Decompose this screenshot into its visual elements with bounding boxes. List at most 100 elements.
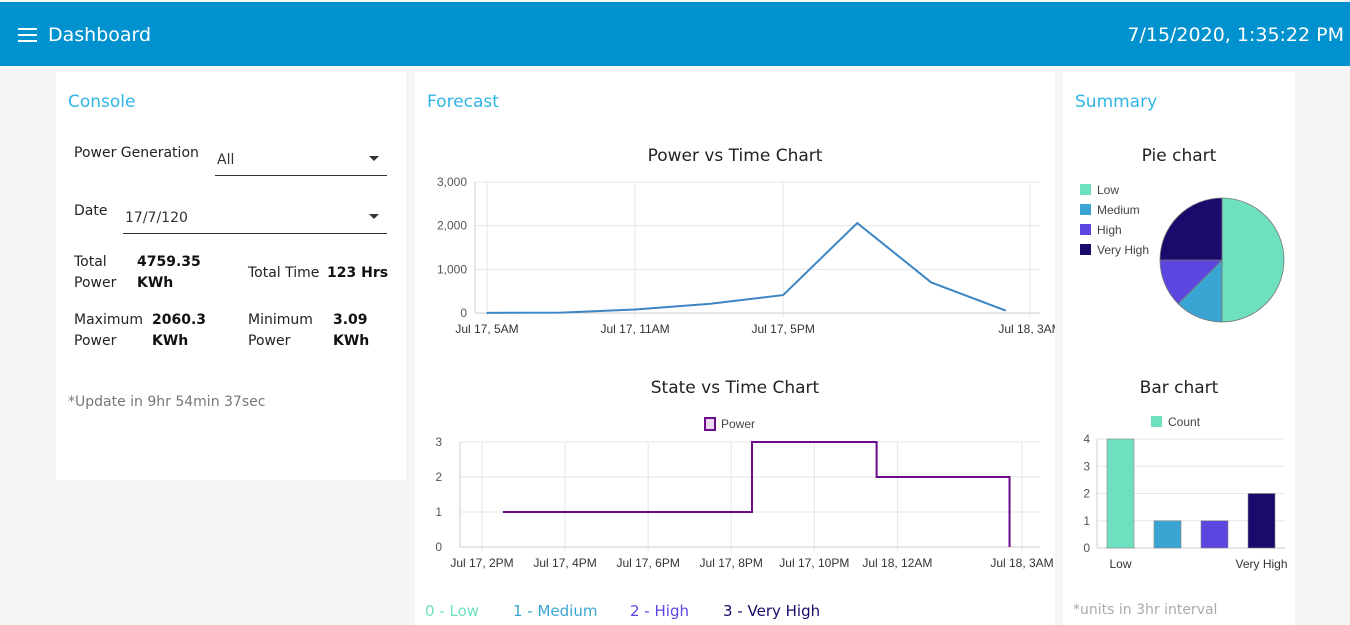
pie-legend-swatch (1080, 224, 1091, 235)
x-tick-label: Jul 17, 5AM (455, 322, 518, 336)
bar-medium (1153, 520, 1182, 549)
power-data-point (486, 312, 488, 314)
bar-chart: Count 4 3 2 1 0 Low Very High (1083, 415, 1287, 571)
x-tick-label: Very High (1235, 557, 1287, 571)
pie-chart: Low Medium High Very High (1080, 183, 1285, 323)
top-app-bar: Dashboard 7/15/2020, 1:35:22 PM (0, 2, 1350, 66)
maximum-power-unit: KWh (152, 333, 189, 349)
pie-chart-title: Pie chart (1141, 146, 1217, 166)
y-tick-label: 1 (435, 505, 442, 519)
y-tick-label: 2 (435, 470, 442, 484)
legend-swatch-power (704, 417, 716, 431)
power-data-point (1004, 309, 1007, 312)
minimum-power-label-2: Power (248, 333, 291, 349)
power-data-point (782, 294, 784, 296)
legend-label-power: Power (721, 417, 755, 431)
summary-title: Summary (1075, 92, 1158, 112)
power-data-point (930, 281, 933, 284)
total-time-value: 123 Hrs (327, 265, 389, 281)
pie-legend-label: Low (1097, 183, 1119, 197)
total-power-unit: KWh (137, 275, 174, 291)
pie-slice (1159, 197, 1223, 261)
state-legend-very-high: 3 - Very High (723, 602, 821, 620)
power-time-chart-title: Power vs Time Chart (647, 146, 823, 166)
pie-legend-label: High (1097, 223, 1122, 237)
power-data-point (634, 308, 636, 311)
x-tick-label: Jul 17, 10PM (779, 556, 849, 570)
y-tick-label: 0 (460, 306, 467, 320)
bar-high (1200, 520, 1229, 549)
x-tick-label: Jul 18, 3AM (990, 556, 1053, 570)
y-tick-label: 1 (1083, 514, 1090, 528)
x-tick-label: Jul 18, 12AM (862, 556, 932, 570)
x-tick-label: Jul 17, 11AM (601, 322, 670, 336)
bar-very-high (1247, 493, 1276, 549)
date-value: 17/7/120 (125, 210, 188, 226)
datetime-display: 7/15/2020, 1:35:22 PM (1127, 24, 1344, 46)
chevron-down-icon (369, 156, 379, 161)
state-series-line (502, 441, 1011, 547)
pie-legend-swatch (1080, 244, 1091, 255)
y-tick-label: 3,000 (437, 175, 467, 189)
minimum-power-unit: KWh (333, 333, 370, 349)
y-tick-label: 3 (1083, 459, 1090, 473)
console-card: Console Power Generation All Date 17/7/1… (56, 72, 406, 480)
units-interval-note: *units in 3hr interval (1073, 602, 1218, 618)
pie-legend-swatch (1080, 204, 1091, 215)
minimum-power-value: 3.09 (333, 312, 368, 328)
x-tick-label: Jul 17, 6PM (616, 556, 679, 570)
pie-legend-label: Very High (1097, 243, 1149, 257)
power-data-point (560, 311, 562, 314)
maximum-power-label-1: Maximum (74, 312, 143, 328)
minimum-power-label-1: Minimum (248, 312, 313, 328)
x-tick-label: Jul 17, 5PM (751, 322, 814, 336)
total-power-label-1: Total (74, 254, 107, 270)
date-label: Date (74, 203, 108, 219)
chevron-down-icon (369, 214, 379, 219)
state-time-chart-title: State vs Time Chart (650, 378, 820, 398)
bar-legend-swatch (1151, 416, 1162, 427)
hamburger-menu-icon[interactable] (18, 28, 37, 42)
bar-legend-label: Count (1168, 415, 1201, 429)
power-generation-value: All (217, 152, 235, 168)
state-legend-high: 2 - High (630, 602, 689, 620)
update-countdown-note: *Update in 9hr 54min 37sec (68, 394, 266, 410)
y-tick-label: 2,000 (437, 219, 467, 233)
state-legend-medium: 1 - Medium (513, 602, 598, 620)
pie-legend-label: Medium (1097, 203, 1140, 217)
power-generation-label: Power Generation (74, 145, 199, 161)
total-power-label-2: Power (74, 275, 117, 291)
y-tick-label: 2 (1083, 487, 1090, 501)
state-vs-time-chart: Power 3 2 1 0 Jul 17, 2PM Jul 17, 4PM Jul 17, 6… (435, 417, 1054, 570)
state-legend-low: 0 - Low (425, 602, 480, 620)
x-tick-label: Low (1109, 557, 1131, 571)
power-series-line (486, 221, 1006, 314)
x-tick-label: Jul 17, 2PM (450, 556, 513, 570)
app-title: Dashboard (48, 24, 152, 46)
pie-legend-swatch (1080, 184, 1091, 195)
y-tick-label: 4 (1083, 432, 1090, 446)
pie-slice (1221, 197, 1285, 323)
total-power-value: 4759.35 (137, 254, 201, 270)
console-title: Console (68, 92, 136, 112)
power-generation-dropdown[interactable]: All (215, 144, 387, 176)
x-tick-label: Jul 18, 3AM (998, 322, 1055, 336)
x-tick-label: Jul 17, 8PM (700, 556, 763, 570)
power-data-point (856, 222, 859, 224)
date-dropdown[interactable]: 17/7/120 (123, 202, 387, 234)
summary-card: Summary Pie chart Low Medium High Very High… (1063, 72, 1295, 625)
y-tick-label: 1,000 (437, 262, 467, 276)
maximum-power-label-2: Power (74, 333, 117, 349)
bar-low (1106, 438, 1135, 549)
y-tick-label: 0 (435, 540, 442, 554)
total-time-label: Total Time (248, 265, 320, 281)
power-vs-time-chart: 3,000 2,000 1,000 0 Jul 17, 5AM Jul 17, 11AM J… (437, 175, 1055, 336)
power-data-point (708, 303, 710, 305)
y-tick-label: 3 (435, 435, 442, 449)
forecast-card: Forecast Power vs Time Chart 3,000 2,000 1… (415, 72, 1055, 625)
forecast-title: Forecast (427, 92, 499, 112)
y-tick-label: 0 (1083, 541, 1090, 555)
bar-chart-title: Bar chart (1139, 378, 1219, 398)
maximum-power-value: 2060.3 (152, 312, 207, 328)
x-tick-label: Jul 17, 4PM (533, 556, 596, 570)
